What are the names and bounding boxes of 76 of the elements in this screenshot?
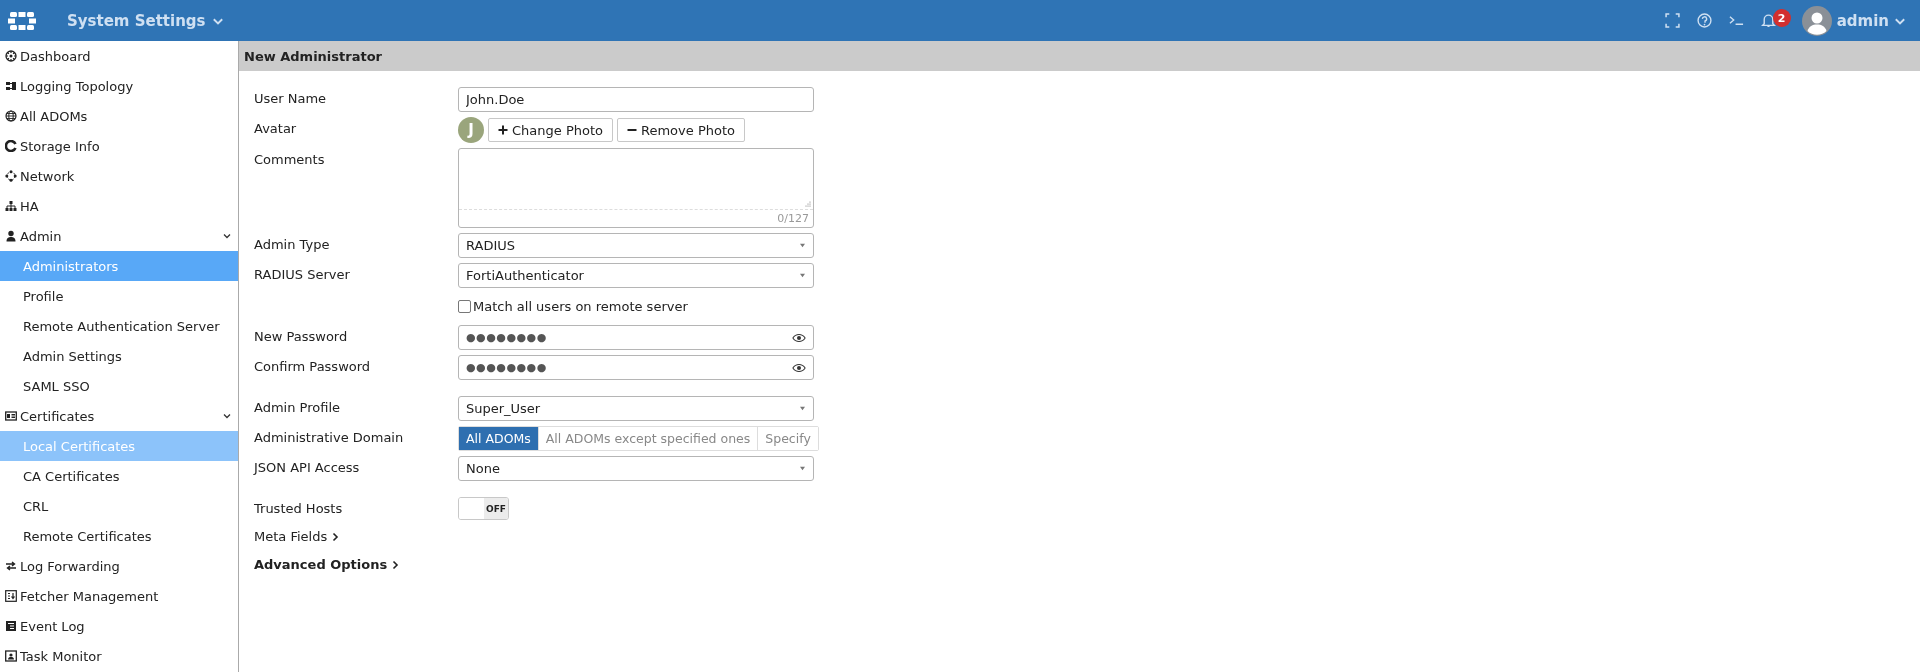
field-label: New Password	[254, 328, 349, 344]
plus-icon	[498, 125, 508, 135]
field-label: User Name	[254, 90, 328, 106]
text-field[interactable]: John.Doe	[458, 87, 814, 112]
module-menu[interactable]: System Settings	[67, 11, 224, 30]
sidebar-item[interactable]: Certificates	[0, 401, 238, 431]
page-title: New Administrator	[239, 41, 1920, 71]
segment-option[interactable]: All ADOMs	[459, 427, 538, 450]
dashboard-icon	[5, 50, 17, 62]
dropdown[interactable]: None	[458, 456, 814, 481]
sidebar-item[interactable]: Log Forwarding	[0, 551, 238, 581]
download-box-icon	[5, 590, 17, 602]
fullscreen-icon[interactable]	[1664, 13, 1680, 28]
field-label: RADIUS Server	[254, 266, 351, 282]
logo-icon[interactable]	[8, 10, 36, 31]
id-card-icon	[5, 410, 17, 422]
sidebar-item[interactable]: Logging Topology	[0, 71, 238, 101]
sidebar-item[interactable]: HA	[0, 191, 238, 221]
terminal-icon[interactable]	[1728, 13, 1744, 28]
field-label: Administrative Domain	[254, 429, 405, 445]
field-label: Avatar	[254, 120, 298, 136]
sidebar-item[interactable]: CRL	[0, 491, 238, 521]
topology-icon	[5, 80, 17, 92]
field-label: Admin Profile	[254, 399, 341, 415]
sidebar-item[interactable]: Remote Authentication Server	[0, 311, 238, 341]
segment-option[interactable]: Specify	[757, 427, 818, 450]
sidebar-item[interactable]: Admin Settings	[0, 341, 238, 371]
expand-link[interactable]: Meta Fields	[254, 525, 341, 548]
field-label: JSON API Access	[254, 459, 361, 475]
arrows-icon	[5, 560, 17, 572]
eye-icon[interactable]	[792, 332, 806, 343]
sidebar-item[interactable]: Network	[0, 161, 238, 191]
expand-link[interactable]: Advanced Options	[254, 553, 401, 576]
dropdown-arrow-icon	[799, 406, 806, 411]
ring-chart-icon	[5, 140, 17, 152]
checkbox[interactable]	[458, 300, 471, 313]
dropdown[interactable]: Super_User	[458, 396, 814, 421]
checkbox-option[interactable]: Match all users on remote server	[458, 299, 814, 314]
dropdown[interactable]: RADIUS	[458, 233, 814, 258]
sidebar-item[interactable]: SAML SSO	[0, 371, 238, 401]
avatar-icon[interactable]	[1801, 5, 1832, 36]
dropdown-arrow-icon	[799, 273, 806, 278]
sidebar-item[interactable]: Profile	[0, 281, 238, 311]
sidebar-item[interactable]: Remote Certificates	[0, 521, 238, 551]
user-icon	[5, 230, 17, 242]
globe-icon	[5, 110, 17, 122]
notification-count: 2	[1772, 9, 1791, 27]
sidebar-item[interactable]: Task Monitor	[0, 641, 238, 671]
dropdown-arrow-icon	[799, 466, 806, 471]
user-menu[interactable]: admin	[1836, 11, 1906, 30]
sidebar-item[interactable]: Fetcher Management	[0, 581, 238, 611]
sidebar-item[interactable]: Admin	[0, 221, 238, 251]
avatar-initial: J	[458, 117, 484, 143]
password-field[interactable]: ●●●●●●●●	[458, 325, 814, 350]
sidebar-item[interactable]: CA Certificates	[0, 461, 238, 491]
field-label: Confirm Password	[254, 358, 372, 374]
field-label: Comments	[254, 151, 326, 167]
dropdown[interactable]: FortiAuthenticator	[458, 263, 814, 288]
toggle-switch[interactable]: OFF	[458, 497, 509, 520]
field-label: Admin Type	[254, 236, 331, 252]
sidebar-item[interactable]: Storage Info	[0, 131, 238, 161]
log-icon	[5, 620, 17, 632]
help-icon[interactable]	[1696, 13, 1712, 28]
monitor-icon	[5, 650, 17, 662]
photo-button[interactable]: Change Photo	[488, 118, 613, 142]
eye-icon[interactable]	[792, 362, 806, 373]
hierarchy-icon	[5, 200, 17, 212]
sidebar-item[interactable]: Event Log	[0, 611, 238, 641]
network-icon	[5, 170, 17, 182]
field-label: Trusted Hosts	[254, 500, 344, 516]
photo-button[interactable]: Remove Photo	[617, 118, 745, 142]
bell-icon[interactable]	[1760, 13, 1776, 28]
dropdown-arrow-icon	[799, 243, 806, 248]
sidebar-item[interactable]: Dashboard	[0, 41, 238, 71]
sidebar-item[interactable]: All ADOMs	[0, 101, 238, 131]
password-field[interactable]: ●●●●●●●●	[458, 355, 814, 380]
